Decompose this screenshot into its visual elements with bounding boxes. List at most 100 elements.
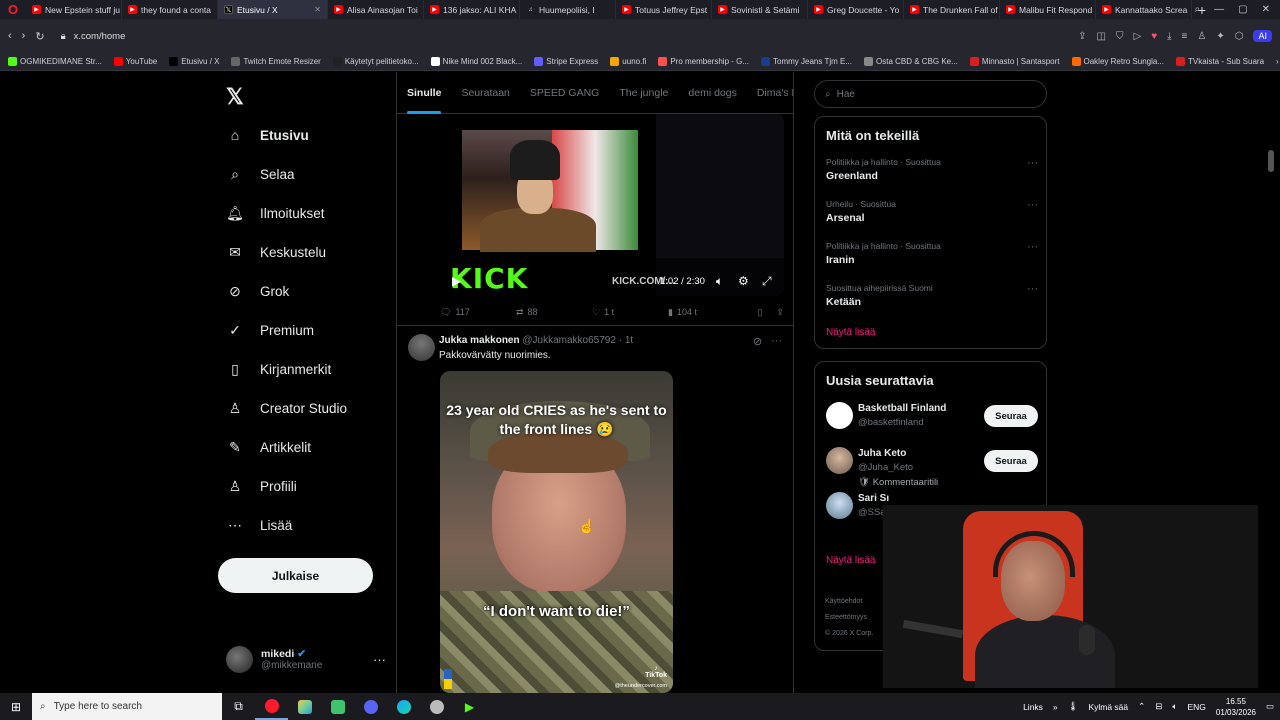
footer-link[interactable]: © 2026 X Corp. <box>825 626 873 642</box>
trend-item[interactable]: Urheilu · Suosittua Arsenal ··· <box>826 199 1038 224</box>
heart-icon[interactable]: ♥ <box>1151 31 1157 42</box>
nav-item-lisää[interactable]: ⋯ Lisää <box>226 514 292 536</box>
tab-sinulle[interactable]: Sinulle <box>397 72 451 114</box>
post-video[interactable]: 23 year old CRIES as he's sent to the fr… <box>440 371 673 693</box>
share-icon[interactable]: ⇪ <box>776 307 784 318</box>
bookmark-item[interactable]: Pro membership - G... <box>658 57 749 66</box>
browser-tab[interactable]: ▶ they found a conta <box>122 0 218 19</box>
nav-item-keskustelu[interactable]: ✉ Keskustelu <box>226 241 326 263</box>
volume-icon[interactable]: 🔈︎ <box>716 274 723 289</box>
footer-link[interactable]: Käyttöehdot <box>825 594 873 610</box>
more-icon[interactable]: ··· <box>1027 283 1038 295</box>
nav-item-etusivu[interactable]: ⌂ Etusivu <box>226 124 309 146</box>
maximize-icon[interactable]: ▢ <box>1238 4 1247 15</box>
bookmark-item[interactable]: uuno.fi <box>610 57 646 66</box>
suggested-account[interactable]: Juha Keto @Juha_Keto 🛡 Kommentaaritili Seur… <box>826 447 1038 488</box>
snapshot-icon[interactable]: ◫ <box>1097 31 1106 42</box>
browser-tab[interactable]: ▶ New Epstein stuff ju <box>26 0 122 19</box>
play-icon[interactable]: ▶ <box>452 274 461 288</box>
links-toolbar[interactable]: Links <box>1023 702 1043 712</box>
bookmark-item[interactable]: Tommy Jeans Tjm E... <box>761 57 852 66</box>
account-switcher[interactable]: mikedi ✔ @mikkemane ··· <box>226 646 386 673</box>
nav-item-creator-studio[interactable]: ♙ Creator Studio <box>226 397 347 419</box>
video-player[interactable]: KICK KICK.COM/… 1:02 / 2:30 ▶ 🔈︎ ⚙ ⤢ <box>440 112 784 296</box>
browser-tab[interactable]: ▶ 136 jakso: ALI KHA <box>424 0 520 19</box>
tab-speed-gang[interactable]: SPEED GANG <box>520 72 609 114</box>
author-handle[interactable]: @Jukkamakko65792 <box>522 335 616 346</box>
browser-tab[interactable]: 𝕏 Etusivu / X ✕ <box>218 0 328 19</box>
notifications-icon[interactable]: ▭ <box>1266 701 1274 712</box>
bookmark-item[interactable]: Käytetyt pelitietoko... <box>332 57 419 66</box>
more-icon[interactable]: ··· <box>771 335 782 347</box>
app-icon-4[interactable]: ▶ <box>453 693 486 720</box>
repost-button[interactable]: ⇄ 88 <box>516 307 592 318</box>
footer-link[interactable]: Esteettömyys <box>825 610 873 626</box>
views-button[interactable]: ▮ 104 t <box>668 307 744 318</box>
author-name[interactable]: Jukka makkonen <box>439 335 520 346</box>
bookmark-item[interactable]: Osta CBD & CBG Ke... <box>864 57 958 66</box>
bookmark-icon[interactable]: ▯ <box>758 307 763 318</box>
nav-item-selaa[interactable]: ⌕ Selaa <box>226 163 294 185</box>
bookmark-item[interactable]: Twitch Emote Resizer <box>231 57 321 66</box>
browser-tab[interactable]: ▶ Alisa Ainasojan Toi <box>328 0 424 19</box>
edge-icon[interactable] <box>387 693 420 720</box>
nav-item-ilmoitukset[interactable]: 🔔︎ Ilmoitukset <box>226 202 324 224</box>
nav-item-artikkelit[interactable]: ✎ Artikkelit <box>226 436 311 458</box>
weather-text[interactable]: Kylmä sää <box>1088 702 1128 712</box>
tab-dima-s-dist[interactable]: Dima's Dist <box>747 72 793 114</box>
clock[interactable]: 16.55 01/03/2026 <box>1216 696 1256 718</box>
nav-item-premium[interactable]: ✓ Premium <box>226 319 314 341</box>
profile-icon[interactable]: ♙ <box>1197 31 1206 42</box>
weather-icon[interactable]: 🌡︎ <box>1068 701 1079 712</box>
avatar[interactable] <box>408 334 435 361</box>
bookmark-item[interactable]: YouTube <box>113 57 157 66</box>
reload-icon[interactable]: ↻ <box>35 30 44 43</box>
settings-icon[interactable]: ⚙ <box>738 274 749 288</box>
show-more-link[interactable]: Näytä lisää <box>826 327 875 338</box>
more-icon[interactable]: ··· <box>1027 157 1038 169</box>
avatar[interactable] <box>826 492 853 519</box>
trend-item[interactable]: Politiikka ja hallinto · Suosittua Greenl… <box>826 157 1038 182</box>
suggested-account[interactable]: Basketball Finland @basketfinland Seuraa <box>826 402 1038 442</box>
speaker-icon[interactable]: 🔈︎ <box>1172 701 1177 712</box>
x-logo-icon[interactable]: 𝕏 <box>226 84 244 110</box>
tab-the-jungle[interactable]: The jungle <box>609 72 678 114</box>
close-window-icon[interactable]: ✕ <box>1262 4 1270 15</box>
extension-icon[interactable]: ✦ <box>1216 31 1224 42</box>
fullscreen-icon[interactable]: ⤢ <box>762 274 772 289</box>
nav-item-kirjanmerkit[interactable]: ▯ Kirjanmerkit <box>226 358 331 380</box>
nav-item-grok[interactable]: ⊘ Grok <box>226 280 289 302</box>
follow-button[interactable]: Seuraa <box>984 405 1038 427</box>
tab-seurataan[interactable]: Seurataan <box>451 72 519 114</box>
task-view-icon[interactable]: ⧉ <box>222 693 255 720</box>
discord-icon[interactable] <box>354 693 387 720</box>
trend-item[interactable]: Politiikka ja hallinto · Suosittua Iranin… <box>826 241 1038 266</box>
more-icon[interactable]: ··· <box>373 652 386 667</box>
trend-item[interactable]: Suosittua aihepiirissä Suomi Ketään ··· <box>826 283 1038 308</box>
bookmark-item[interactable]: Stripe Express <box>534 57 598 66</box>
share-icon[interactable]: ⇪ <box>1078 31 1086 42</box>
reply-button[interactable]: 🗨︎ 117 <box>440 307 516 318</box>
menu-icon[interactable]: ≡ <box>1182 31 1188 42</box>
bookmark-item[interactable]: Minnasto | Santasport <box>969 57 1060 66</box>
more-icon[interactable]: ··· <box>1027 241 1038 253</box>
show-more-link[interactable]: Näytä lisää <box>826 555 875 566</box>
post-button[interactable]: Julkaise <box>218 558 373 593</box>
tray-up-icon[interactable]: ⌃ <box>1138 701 1145 712</box>
bookmark-item[interactable]: TVkaista - Sub Suara <box>1175 57 1264 66</box>
follow-button[interactable]: Seuraa <box>984 450 1038 472</box>
scrollbar[interactable] <box>1268 76 1274 686</box>
download-icon[interactable]: ⤓ <box>1167 31 1171 42</box>
shield-icon[interactable]: ⛉ <box>1116 31 1124 42</box>
browser-tab[interactable]: ♫ Huumepoliisi, I <box>520 0 616 19</box>
play-icon[interactable]: ▷ <box>1133 31 1141 42</box>
windows-start-icon[interactable]: ⊞ <box>0 693 32 720</box>
bookmark-item[interactable]: Oakley Retro Sungla... <box>1071 57 1164 66</box>
tab-demi-dogs[interactable]: demi dogs <box>678 72 746 114</box>
cube-icon[interactable]: ⬡ <box>1235 31 1244 42</box>
opera-logo-icon[interactable]: O <box>0 0 26 19</box>
browser-tab[interactable]: ▶ Greg Doucette - Yo <box>808 0 904 19</box>
browser-tab[interactable]: ▶ Sovinisti & Setämi <box>712 0 808 19</box>
browser-tab[interactable]: ▶ Totuus Jeffrey Epst <box>616 0 712 19</box>
language-indicator[interactable]: ENG <box>1188 702 1206 712</box>
